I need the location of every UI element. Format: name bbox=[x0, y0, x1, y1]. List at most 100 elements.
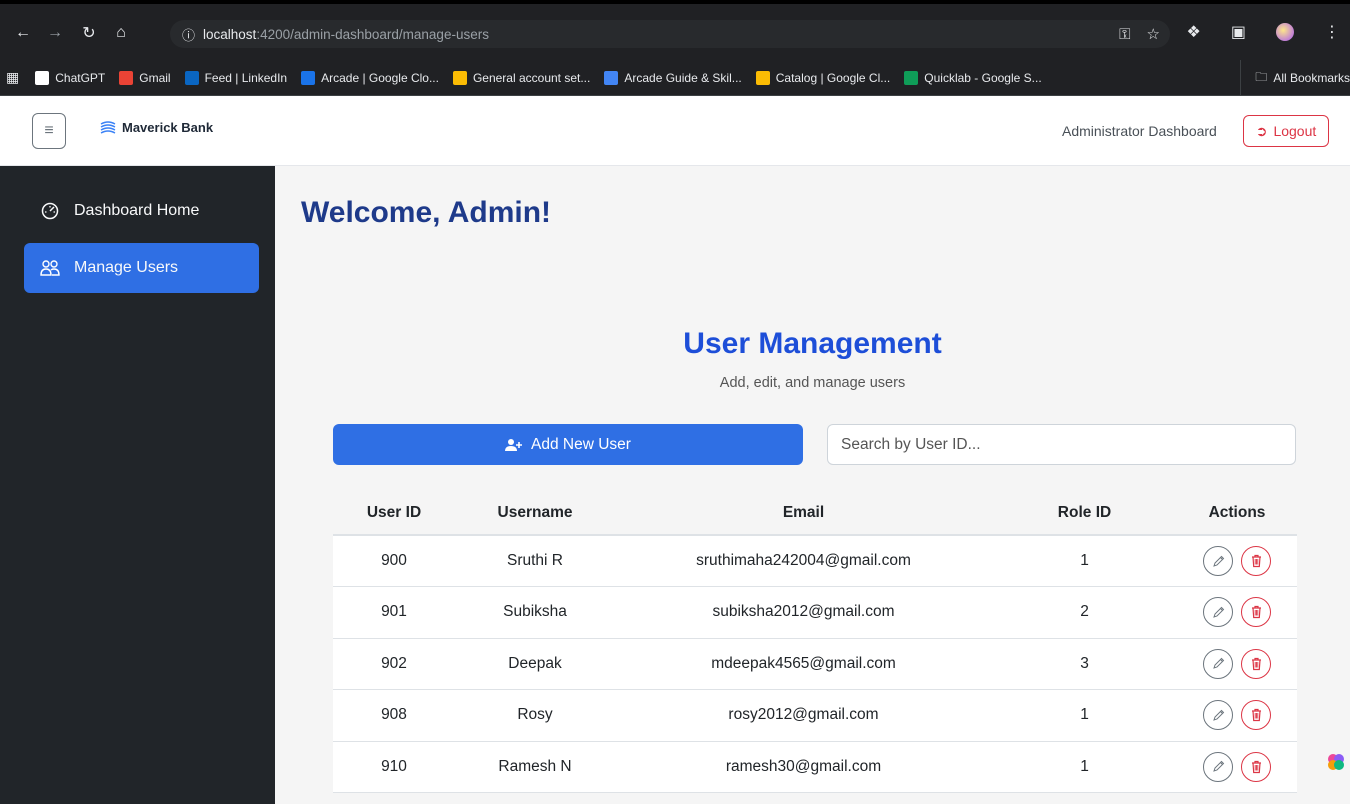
cell-email: rosy2012@gmail.com bbox=[615, 689, 992, 742]
bookmark-label: Quicklab - Google S... bbox=[924, 70, 1042, 85]
delete-button[interactable] bbox=[1241, 751, 1271, 782]
cell-role-id: 1 bbox=[992, 535, 1177, 587]
extensions-icon[interactable]: ❖ bbox=[1187, 22, 1201, 42]
people-icon bbox=[40, 258, 60, 278]
cell-username: Deepak bbox=[455, 638, 615, 690]
google-cloud-icon bbox=[755, 70, 770, 85]
chatgpt-icon bbox=[35, 70, 50, 85]
cell-actions bbox=[1177, 689, 1297, 742]
password-key-icon[interactable]: ⚿ bbox=[1119, 26, 1130, 43]
menu-toggle-button[interactable]: ≡ bbox=[32, 113, 66, 149]
reload-icon[interactable]: ↻ bbox=[78, 22, 100, 44]
trash-icon bbox=[1250, 605, 1263, 619]
gmail-icon bbox=[119, 70, 134, 85]
column-header-role-id[interactable]: Role ID bbox=[992, 492, 1177, 536]
speedometer-icon bbox=[40, 201, 60, 221]
delete-button[interactable] bbox=[1241, 700, 1271, 731]
brand[interactable]: Maverick Bank bbox=[100, 120, 213, 135]
bookmark-item[interactable]: Arcade Guide & Skil... bbox=[604, 70, 742, 85]
bookmark-star-icon[interactable]: ☆ bbox=[1147, 25, 1160, 43]
cell-role-id: 3 bbox=[992, 638, 1177, 690]
cell-user-id: 900 bbox=[333, 535, 455, 587]
edit-button[interactable] bbox=[1203, 751, 1233, 782]
bookmark-label: Gmail bbox=[139, 70, 171, 85]
logout-button[interactable]: ➲ Logout bbox=[1243, 115, 1329, 147]
table-row: 901 Subiksha subiksha2012@gmail.com 2 bbox=[333, 586, 1297, 639]
column-header-username[interactable]: Username bbox=[455, 492, 615, 536]
reading-list-icon[interactable]: ▣ bbox=[1231, 22, 1246, 42]
tab-strip bbox=[0, 0, 1350, 4]
all-bookmarks[interactable]: 🗀 All Bookmarks bbox=[1240, 60, 1350, 96]
cell-email: ramesh30@gmail.com bbox=[615, 741, 992, 793]
delete-button[interactable] bbox=[1241, 648, 1271, 679]
cell-email: sruthimaha242004@gmail.com bbox=[615, 535, 992, 587]
sidebar-item-label: Dashboard Home bbox=[74, 202, 200, 219]
pencil-icon bbox=[1212, 760, 1225, 773]
bookmark-item[interactable]: Feed | LinkedIn bbox=[184, 70, 288, 85]
sidebar-item-dashboard-home[interactable]: Dashboard Home bbox=[24, 186, 259, 236]
column-header-actions: Actions bbox=[1177, 492, 1297, 536]
pencil-icon bbox=[1212, 555, 1225, 568]
bookmark-item[interactable]: Gmail bbox=[119, 70, 171, 85]
bookmark-item[interactable]: General account set... bbox=[452, 70, 591, 85]
cell-user-id: 901 bbox=[333, 586, 455, 639]
all-bookmarks-label: All Bookmarks bbox=[1273, 71, 1350, 85]
trash-icon bbox=[1250, 760, 1263, 774]
person-plus-icon bbox=[505, 438, 523, 451]
sidebar-item-manage-users[interactable]: Manage Users bbox=[24, 243, 259, 293]
edit-button[interactable] bbox=[1203, 546, 1233, 576]
welcome-heading: Welcome, Admin! bbox=[301, 196, 552, 229]
apps-grid-icon[interactable]: ▦ bbox=[6, 69, 19, 86]
edit-button[interactable] bbox=[1203, 597, 1233, 628]
pencil-icon bbox=[1212, 606, 1225, 619]
bookmark-label: General account set... bbox=[472, 70, 591, 85]
bookmark-item[interactable]: Quicklab - Google S... bbox=[904, 70, 1042, 85]
table-row: 900 Sruthi Rsruthimaha242004@gmail.com 1 bbox=[333, 535, 1297, 587]
bookmark-item[interactable]: ChatGPT bbox=[35, 70, 106, 85]
url-path: :4200/admin-dashboard/manage-users bbox=[256, 26, 489, 42]
more-menu-icon[interactable]: ⋮ bbox=[1324, 22, 1340, 42]
brand-name: Maverick Bank bbox=[122, 120, 214, 135]
address-bar[interactable]: ⓘ localhost:4200/admin-dashboard/manage-… bbox=[170, 20, 1170, 48]
column-header-email[interactable]: Email bbox=[615, 492, 992, 536]
cell-actions bbox=[1177, 586, 1297, 639]
edit-button[interactable] bbox=[1203, 700, 1233, 731]
browser-toolbar: ← → ↻ ⌂ ⓘ localhost:4200/admin-dashboard… bbox=[0, 0, 1350, 60]
docs-icon bbox=[604, 70, 619, 85]
page-title: User Management bbox=[683, 327, 942, 360]
folder-icon: 🗀 bbox=[1255, 69, 1268, 84]
table-header-row: User ID Username Email Role ID Actions bbox=[333, 492, 1297, 536]
back-icon[interactable]: ← bbox=[12, 22, 34, 44]
bookmark-item[interactable]: Catalog | Google Cl... bbox=[755, 70, 890, 85]
profile-avatar[interactable] bbox=[1276, 23, 1294, 41]
add-new-user-button[interactable]: Add New User bbox=[333, 424, 803, 465]
cell-username: Subiksha bbox=[455, 586, 615, 639]
cell-role-id: 1 bbox=[992, 689, 1177, 742]
users-table: User ID Username Email Role ID Actions 9… bbox=[333, 492, 1297, 793]
url-host: localhost bbox=[203, 26, 257, 42]
admin-dashboard-label: Administrator Dashboard bbox=[1062, 123, 1217, 139]
site-info-icon[interactable]: ⓘ bbox=[182, 25, 195, 44]
cell-username: Sruthi R bbox=[455, 535, 615, 587]
edit-button[interactable] bbox=[1203, 648, 1233, 679]
home-icon[interactable]: ⌂ bbox=[110, 22, 132, 44]
bookmark-label: Feed | LinkedIn bbox=[204, 70, 288, 85]
page-subtitle: Add, edit, and manage users bbox=[719, 375, 906, 391]
bookmark-item[interactable]: Arcade | Google Clo... bbox=[301, 70, 439, 85]
pencil-icon bbox=[1212, 657, 1225, 670]
cell-username: Ramesh N bbox=[455, 741, 615, 793]
cell-email: mdeepak4565@gmail.com bbox=[615, 638, 992, 690]
delete-button[interactable] bbox=[1241, 597, 1271, 628]
table-row: 902 Deepak mdeepak4565@gmail.com 3 bbox=[333, 638, 1297, 690]
trash-icon bbox=[1250, 554, 1263, 568]
cell-actions bbox=[1177, 535, 1297, 587]
cell-email: subiksha2012@gmail.com bbox=[615, 586, 992, 639]
sidebar: Dashboard Home Manage Users bbox=[0, 166, 275, 804]
bookmark-label: ChatGPT bbox=[55, 70, 106, 85]
delete-button[interactable] bbox=[1241, 546, 1271, 576]
column-header-user-id[interactable]: User ID bbox=[333, 492, 455, 536]
add-new-user-label: Add New User bbox=[531, 435, 631, 453]
floating-assistant-icon[interactable] bbox=[1322, 748, 1350, 776]
forward-icon[interactable]: → bbox=[44, 22, 66, 44]
search-input[interactable] bbox=[827, 424, 1296, 465]
